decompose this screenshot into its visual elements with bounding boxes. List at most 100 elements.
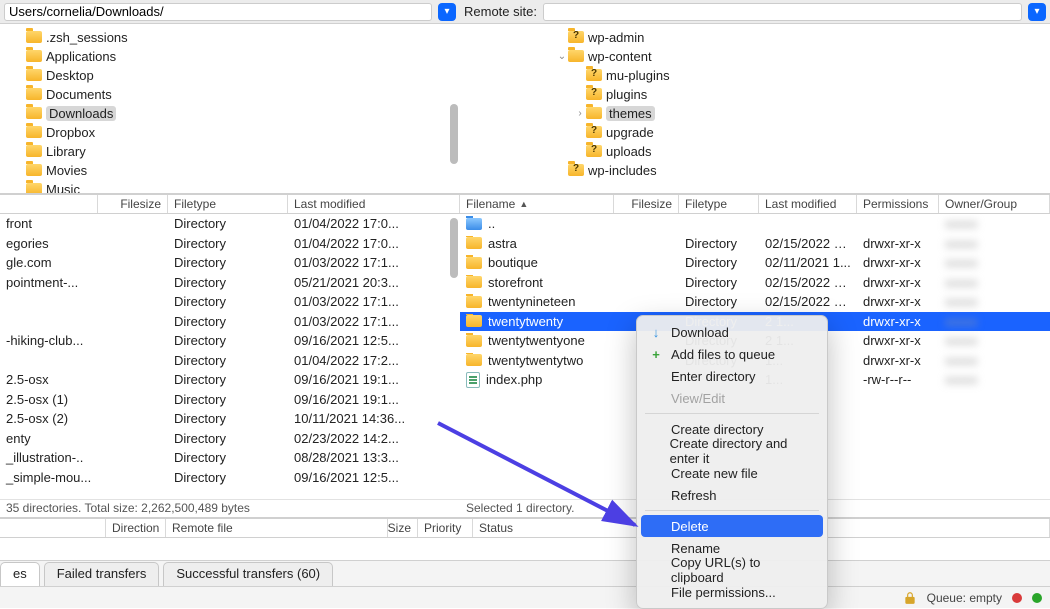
table-row[interactable]: front Directory 01/04/2022 17:0... bbox=[0, 214, 460, 234]
table-row[interactable]: -hiking-club... Directory 09/16/2021 12:… bbox=[0, 331, 460, 351]
cell-permissions: -rw-r--r-- bbox=[857, 372, 939, 387]
tree-item[interactable]: plugins bbox=[460, 85, 1050, 104]
tree-item[interactable]: mu-plugins bbox=[460, 66, 1050, 85]
col-permissions[interactable]: Permissions bbox=[857, 195, 939, 213]
col-priority[interactable]: Priority bbox=[418, 519, 473, 537]
cell-permissions: drwxr-xr-x bbox=[857, 314, 939, 329]
table-row[interactable]: .. xxxxx bbox=[460, 214, 1050, 234]
col-serverlocal[interactable] bbox=[0, 519, 106, 537]
cell-owner: xxxxx bbox=[939, 372, 1050, 387]
tree-item[interactable]: ⌄wp-content bbox=[460, 47, 1050, 66]
table-row[interactable]: _illustration-.. Directory 08/28/2021 13… bbox=[0, 448, 460, 468]
menu-item[interactable]: Delete bbox=[641, 515, 823, 537]
local-site-dropdown[interactable]: ▾ bbox=[438, 3, 456, 21]
col-filename[interactable] bbox=[0, 195, 98, 213]
cell-filename: 2.5-osx (1) bbox=[0, 392, 98, 407]
table-row[interactable]: enty Directory 02/23/2022 14:2... bbox=[0, 429, 460, 449]
queue-body[interactable] bbox=[0, 538, 1050, 560]
menu-item-label: Delete bbox=[671, 519, 709, 534]
table-row[interactable]: astra Directory 02/15/2022 1... drwxr-xr… bbox=[460, 234, 1050, 254]
tree-item[interactable]: wp-admin bbox=[460, 28, 1050, 47]
tree-item[interactable]: upgrade bbox=[460, 123, 1050, 142]
tree-item[interactable]: wp-includes bbox=[460, 161, 1050, 180]
local-rows[interactable]: front Directory 01/04/2022 17:0... egori… bbox=[0, 214, 460, 499]
folder-icon bbox=[466, 276, 482, 288]
tree-item[interactable]: Music bbox=[0, 180, 460, 194]
tree-item[interactable]: Applications bbox=[0, 47, 460, 66]
table-row[interactable]: Directory 01/04/2022 17:2... bbox=[0, 351, 460, 371]
tree-item[interactable]: Movies bbox=[0, 161, 460, 180]
tree-item[interactable]: Library bbox=[0, 142, 460, 161]
menu-item-label: View/Edit bbox=[671, 391, 725, 406]
remote-site-dropdown[interactable]: ▾ bbox=[1028, 3, 1046, 21]
table-row[interactable]: gle.com Directory 01/03/2022 17:1... bbox=[0, 253, 460, 273]
queue-columns[interactable]: Direction Remote file Size Priority Stat… bbox=[0, 518, 1050, 538]
menu-item[interactable]: Create directory and enter it bbox=[637, 440, 827, 462]
col-filesize[interactable]: Filesize bbox=[614, 195, 679, 213]
context-menu[interactable]: ↓Download+Add files to queueEnter direct… bbox=[636, 315, 828, 609]
table-row[interactable]: _simple-mou... Directory 09/16/2021 12:5… bbox=[0, 468, 460, 488]
remote-columns[interactable]: Filename▲ Filesize Filetype Last modifie… bbox=[460, 194, 1050, 214]
table-row[interactable]: 2.5-osx (2) Directory 10/11/2021 14:36..… bbox=[0, 409, 460, 429]
table-row[interactable]: storefront Directory 02/15/2022 1... drw… bbox=[460, 273, 1050, 293]
tab-successful[interactable]: Successful transfers (60) bbox=[163, 562, 333, 586]
menu-item[interactable]: ↓Download bbox=[637, 321, 827, 343]
folder-icon bbox=[466, 315, 482, 327]
tree-item[interactable]: Documents bbox=[0, 85, 460, 104]
menu-item[interactable]: Enter directory bbox=[637, 365, 827, 387]
col-remotefile[interactable]: Remote file bbox=[166, 519, 388, 537]
folder-icon bbox=[26, 126, 42, 140]
cell-filetype: Directory bbox=[168, 392, 288, 407]
tree-item[interactable]: uploads bbox=[460, 142, 1050, 161]
cell-modified: 02/23/2022 14:2... bbox=[288, 431, 460, 446]
expander-icon[interactable]: ⌄ bbox=[556, 51, 568, 62]
scrollbar-thumb[interactable] bbox=[450, 104, 458, 164]
menu-item[interactable]: +Add files to queue bbox=[637, 343, 827, 365]
expander-icon[interactable]: › bbox=[574, 108, 586, 119]
tree-item-label: Downloads bbox=[46, 106, 116, 121]
local-columns[interactable]: Filesize Filetype Last modified bbox=[0, 194, 460, 214]
col-size[interactable]: Size bbox=[388, 519, 418, 537]
tree-item[interactable]: Dropbox bbox=[0, 123, 460, 142]
table-row[interactable]: Directory 01/03/2022 17:1... bbox=[0, 292, 460, 312]
menu-item[interactable]: Refresh bbox=[637, 484, 827, 506]
col-lastmodified[interactable]: Last modified bbox=[288, 195, 460, 213]
col-filename[interactable]: Filename▲ bbox=[460, 195, 614, 213]
table-row[interactable]: boutique Directory 02/11/2021 1... drwxr… bbox=[460, 253, 1050, 273]
col-owner[interactable]: Owner/Group bbox=[939, 195, 1050, 213]
tab-queued[interactable]: es bbox=[0, 562, 40, 586]
table-row[interactable]: pointment-... Directory 05/21/2021 20:3.… bbox=[0, 273, 460, 293]
menu-item-label: Add files to queue bbox=[671, 347, 775, 362]
col-filetype[interactable]: Filetype bbox=[168, 195, 288, 213]
menu-item[interactable]: Copy URL(s) to clipboard bbox=[637, 559, 827, 581]
tree-item[interactable]: Desktop bbox=[0, 66, 460, 85]
col-lastmodified[interactable]: Last modified bbox=[759, 195, 857, 213]
tab-failed[interactable]: Failed transfers bbox=[44, 562, 160, 586]
cell-filetype: Directory bbox=[168, 450, 288, 465]
scrollbar-thumb[interactable] bbox=[450, 218, 458, 278]
cell-filename: twentynineteen bbox=[460, 294, 614, 309]
cell-filename: -hiking-club... bbox=[0, 333, 98, 348]
table-row[interactable]: twentynineteen Directory 02/15/2022 1...… bbox=[460, 292, 1050, 312]
tree-item[interactable]: ›themes bbox=[460, 104, 1050, 123]
table-row[interactable]: egories Directory 01/04/2022 17:0... bbox=[0, 234, 460, 254]
cell-filetype: Directory bbox=[679, 294, 759, 309]
col-filetype[interactable]: Filetype bbox=[679, 195, 759, 213]
local-site-input[interactable] bbox=[4, 3, 432, 21]
tree-item[interactable]: .zsh_sessions bbox=[0, 28, 460, 47]
table-row[interactable]: Directory 01/03/2022 17:1... bbox=[0, 312, 460, 332]
tree-item[interactable]: Downloads bbox=[0, 104, 460, 123]
table-row[interactable]: 2.5-osx Directory 09/16/2021 19:1... bbox=[0, 370, 460, 390]
tree-item-label: uploads bbox=[606, 144, 652, 159]
cell-filename: twentytwentytwo bbox=[460, 353, 614, 368]
folder-icon bbox=[466, 257, 482, 269]
local-tree[interactable]: .zsh_sessionsApplicationsDesktopDocument… bbox=[0, 24, 460, 194]
table-row[interactable]: 2.5-osx (1) Directory 09/16/2021 19:1... bbox=[0, 390, 460, 410]
tree-item-label: plugins bbox=[606, 87, 647, 102]
menu-item-label: Create directory bbox=[671, 422, 763, 437]
remote-site-input[interactable] bbox=[543, 3, 1022, 21]
col-direction[interactable]: Direction bbox=[106, 519, 166, 537]
local-status: 35 directories. Total size: 2,262,500,48… bbox=[0, 499, 460, 517]
remote-tree[interactable]: wp-admin⌄wp-contentmu-plugins plugins ›the… bbox=[460, 24, 1050, 194]
col-filesize[interactable]: Filesize bbox=[98, 195, 168, 213]
